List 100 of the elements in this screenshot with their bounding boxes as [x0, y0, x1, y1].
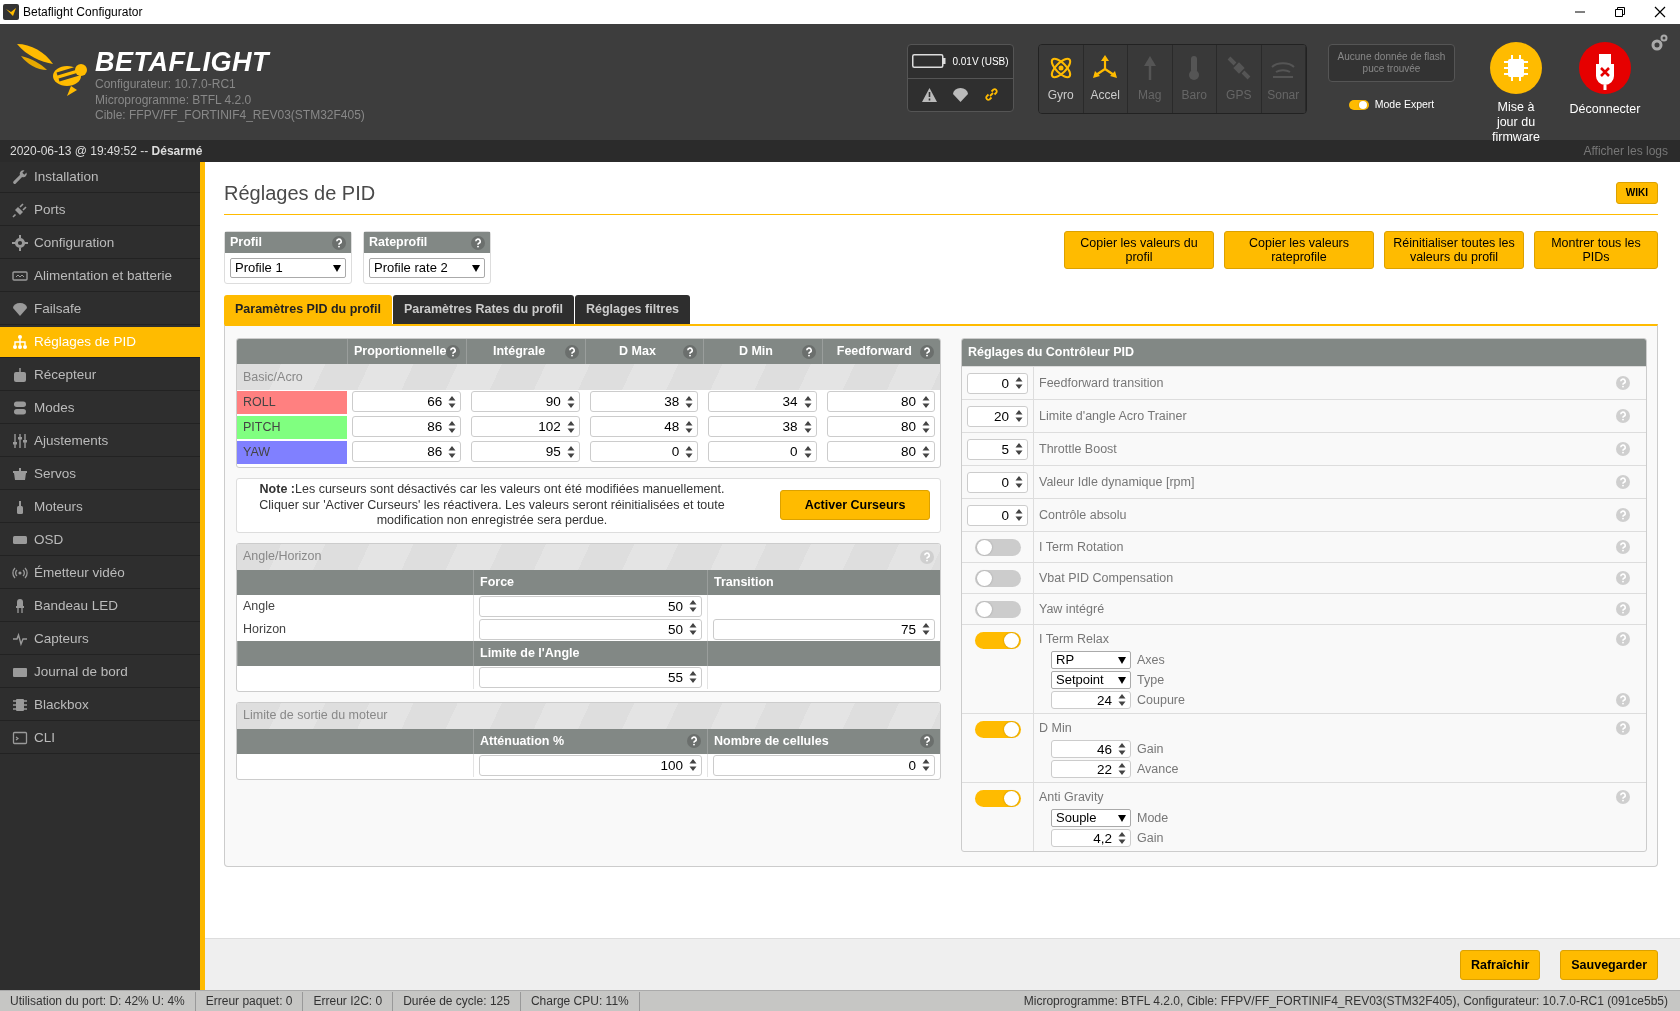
spinner-icon[interactable]: [1118, 693, 1126, 707]
spinner-icon[interactable]: [448, 394, 457, 409]
spinner-icon[interactable]: [803, 394, 812, 409]
spinner-icon[interactable]: [689, 758, 697, 772]
action-button[interactable]: Copier les valeurs du profil: [1064, 231, 1214, 269]
action-button[interactable]: Copier les valeurs rateprofile: [1224, 231, 1374, 269]
spinner-icon[interactable]: [685, 444, 694, 459]
spinner-icon[interactable]: [448, 419, 457, 434]
field-label: Type: [1137, 671, 1166, 689]
number-field[interactable]: 0: [967, 471, 1028, 493]
spinner-icon[interactable]: [922, 758, 930, 772]
save-button[interactable]: Sauvegarder: [1560, 949, 1658, 980]
help-icon[interactable]: [471, 235, 485, 250]
toggle-switch[interactable]: [974, 790, 1021, 807]
spinner-icon[interactable]: [685, 419, 694, 434]
toggle-switch[interactable]: [974, 601, 1021, 618]
link-icon: [984, 87, 999, 103]
spinner-icon[interactable]: [1118, 762, 1126, 776]
number-field[interactable]: 0: [967, 504, 1028, 526]
number-field[interactable]: 80: [826, 391, 935, 412]
spinner-icon[interactable]: [803, 419, 812, 434]
refresh-button[interactable]: Rafraîchir: [1459, 949, 1541, 980]
tab[interactable]: Réglages filtres: [574, 295, 691, 324]
spinner-icon[interactable]: [566, 444, 575, 459]
dropdown[interactable]: Profile 1: [230, 258, 346, 278]
tab[interactable]: Paramètres PID du profil: [224, 295, 392, 324]
number-field[interactable]: 46: [1051, 740, 1131, 758]
spinner-icon[interactable]: [922, 622, 930, 636]
spinner-icon[interactable]: [922, 419, 930, 434]
window-title: Betaflight Configurator: [23, 4, 143, 21]
help-icon[interactable]: [920, 734, 934, 748]
number-field[interactable]: 86: [352, 416, 462, 437]
settings-icon[interactable]: [1650, 34, 1668, 52]
spinner-icon[interactable]: [448, 444, 457, 459]
number-field[interactable]: 75: [713, 618, 935, 640]
toggle-switch[interactable]: [1348, 99, 1369, 110]
spinner-icon[interactable]: [922, 444, 930, 459]
number-field[interactable]: 34: [708, 391, 817, 412]
number-field[interactable]: 24: [1051, 691, 1131, 709]
number-field[interactable]: 102: [471, 416, 580, 437]
spinner-icon[interactable]: [1015, 442, 1023, 456]
number-field[interactable]: 0: [708, 441, 817, 462]
help-icon[interactable]: [687, 734, 701, 748]
spinner-icon[interactable]: [689, 670, 697, 684]
spinner-icon[interactable]: [803, 444, 812, 459]
number-field[interactable]: 0: [589, 441, 699, 462]
help-icon[interactable]: [564, 344, 579, 359]
disconnect-button[interactable]: Déconnecter: [1560, 42, 1650, 117]
number-field[interactable]: 38: [589, 391, 699, 412]
number-field[interactable]: 95: [471, 441, 580, 462]
help-icon[interactable]: [801, 344, 816, 359]
number-field[interactable]: 48: [589, 416, 699, 437]
number-field[interactable]: 100: [479, 754, 702, 776]
spinner-icon[interactable]: [566, 419, 575, 434]
help-icon[interactable]: [446, 344, 461, 359]
spinner-icon[interactable]: [1015, 508, 1023, 522]
spinner-icon[interactable]: [689, 622, 697, 636]
activate-sliders-button[interactable]: Activer Curseurs: [780, 490, 930, 521]
number-field[interactable]: 5: [967, 438, 1028, 460]
spinner-icon[interactable]: [689, 599, 697, 613]
spinner-icon[interactable]: [1118, 742, 1126, 756]
number-field[interactable]: 0: [713, 754, 935, 776]
toggle-switch[interactable]: [974, 570, 1021, 587]
close-icon[interactable]: [1654, 6, 1666, 18]
restore-icon[interactable]: [1614, 6, 1626, 18]
spinner-icon[interactable]: [922, 394, 930, 409]
number-field[interactable]: 38: [708, 416, 817, 437]
spinner-icon[interactable]: [566, 394, 575, 409]
number-field[interactable]: 50: [479, 618, 702, 640]
dropdown[interactable]: Setpoint: [1051, 671, 1131, 689]
number-field[interactable]: 80: [826, 416, 935, 437]
spinner-icon[interactable]: [1015, 475, 1023, 489]
dropdown[interactable]: RP: [1051, 651, 1131, 669]
dropdown[interactable]: Souple: [1051, 809, 1131, 827]
number-field[interactable]: 50: [479, 595, 702, 617]
help-icon[interactable]: [332, 235, 346, 250]
toggle-switch[interactable]: [974, 632, 1021, 649]
toggle-switch[interactable]: [974, 721, 1021, 738]
number-field[interactable]: 20: [967, 405, 1028, 427]
number-field[interactable]: 22: [1051, 760, 1131, 778]
spinner-icon[interactable]: [685, 394, 694, 409]
help-icon[interactable]: [920, 344, 934, 359]
number-field[interactable]: 0: [967, 372, 1028, 394]
spinner-icon[interactable]: [1118, 831, 1126, 845]
number-field[interactable]: 4,2: [1051, 829, 1131, 847]
tab[interactable]: Paramètres Rates du profil: [392, 295, 574, 324]
action-button[interactable]: Montrer tous les PIDs: [1534, 231, 1658, 269]
help-icon[interactable]: [683, 344, 698, 359]
setting-label: Feedforward transition: [1039, 374, 1165, 392]
number-field[interactable]: 90: [471, 391, 580, 412]
spinner-icon[interactable]: [1015, 409, 1023, 423]
action-button[interactable]: Réinitialiser toutes les valeurs du profil: [1384, 231, 1524, 269]
number-field[interactable]: 80: [826, 441, 935, 462]
spinner-icon[interactable]: [1015, 376, 1023, 390]
number-field[interactable]: 66: [352, 391, 462, 412]
wiki-button[interactable]: WIKI: [1615, 182, 1658, 204]
toggle-switch[interactable]: [974, 539, 1021, 556]
number-field[interactable]: 86: [352, 441, 462, 462]
dropdown[interactable]: Profile rate 2: [369, 258, 485, 278]
number-field[interactable]: 55: [479, 666, 702, 688]
